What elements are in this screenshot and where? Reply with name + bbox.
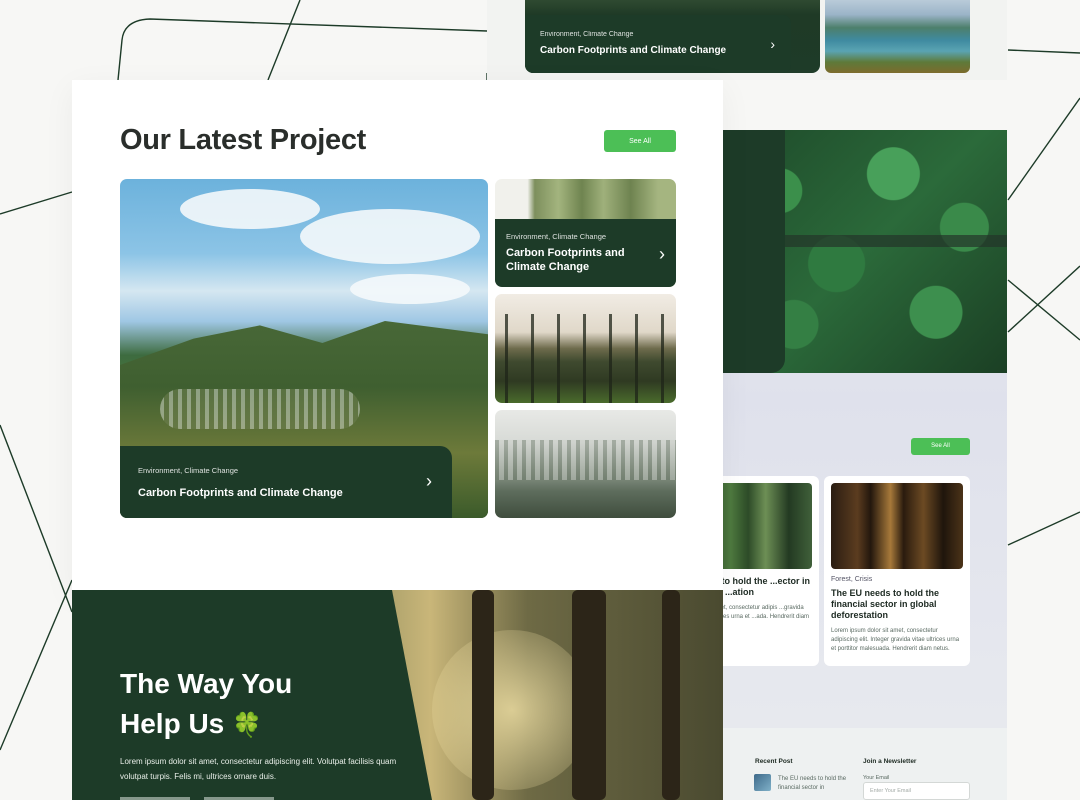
- top-card-label[interactable]: Environment, Climate Change Carbon Footp…: [525, 15, 791, 73]
- recent-post-link[interactable]: The EU needs to hold the financial secto…: [778, 775, 848, 793]
- newsletter-heading: Join a Newsletter: [863, 758, 917, 765]
- see-all-button[interactable]: See All: [604, 130, 676, 152]
- project-card-label[interactable]: Environment, Climate Change Carbon Footp…: [495, 219, 676, 287]
- help-us-title-line1: The Way You: [120, 668, 293, 699]
- lake-image: [825, 0, 970, 73]
- blog-card-tag: Forest, Crisis: [831, 576, 873, 583]
- featured-project-card[interactable]: Environment, Climate Change Carbon Footp…: [120, 179, 488, 518]
- project-card-cactus[interactable]: Environment, Climate Change Carbon Footp…: [495, 179, 676, 287]
- tree-trunk: [662, 590, 680, 800]
- sunlight-glow: [432, 630, 592, 790]
- blog-card-text: Lorem ipsum dolor sit amet, consectetur …: [831, 628, 960, 652]
- tree-trunk: [572, 590, 606, 800]
- top-card-title: Carbon Footprints and Climate Change: [540, 45, 727, 56]
- top-card-category: Environment, Climate Change: [540, 31, 634, 38]
- see-all-button-small[interactable]: See All: [911, 438, 970, 455]
- cloud-shape: [350, 274, 470, 304]
- footer: Recent Post Join a Newsletter The EU nee…: [723, 728, 1007, 800]
- project-category: Environment, Climate Change: [138, 466, 239, 475]
- green-hero-pane: [723, 130, 785, 373]
- help-us-title: The Way You Help Us 🍀: [120, 664, 420, 746]
- cloud-shape: [300, 209, 480, 264]
- chevron-right-icon[interactable]: ›: [770, 36, 775, 52]
- featured-project-label[interactable]: Environment, Climate Change Carbon Footp…: [120, 446, 452, 518]
- project-title[interactable]: Carbon Footprints and Climate Change: [506, 246, 641, 274]
- cloud-shape: [180, 189, 320, 229]
- chevron-right-icon[interactable]: ›: [659, 244, 665, 265]
- clover-icon: 🍀: [232, 712, 262, 739]
- chevron-right-icon[interactable]: ›: [426, 472, 432, 490]
- pine-trees-image: [495, 314, 676, 403]
- foggy-trees-image: [495, 440, 676, 480]
- help-us-section: The Way You Help Us 🍀 Lorem ipsum dolor …: [72, 590, 723, 800]
- blog-card[interactable]: Forest, Crisis The EU needs to hold the …: [824, 476, 970, 666]
- email-label: Your Email: [863, 775, 890, 781]
- project-category: Environment, Climate Change: [506, 232, 607, 241]
- latest-project-section: Our Latest Project See All Environment, …: [72, 80, 723, 590]
- village-image: [160, 389, 360, 429]
- project-card-foggy-forest[interactable]: [495, 410, 676, 518]
- blog-card-image: [831, 483, 963, 569]
- blog-card-title[interactable]: The EU needs to hold the financial secto…: [831, 588, 963, 621]
- recent-post-heading: Recent Post: [755, 758, 793, 765]
- project-title[interactable]: Carbon Footprints and Climate Change: [138, 487, 434, 499]
- recent-post-thumbnail[interactable]: [754, 774, 771, 791]
- project-card-pine-forest[interactable]: [495, 294, 676, 403]
- page-title: Our Latest Project: [120, 124, 366, 156]
- help-us-title-line2: Help Us: [120, 708, 225, 739]
- email-field[interactable]: Enter Your Email: [863, 782, 970, 800]
- tree-trunk: [472, 590, 494, 800]
- help-us-description: Lorem ipsum dolor sit amet, consectetur …: [120, 757, 397, 781]
